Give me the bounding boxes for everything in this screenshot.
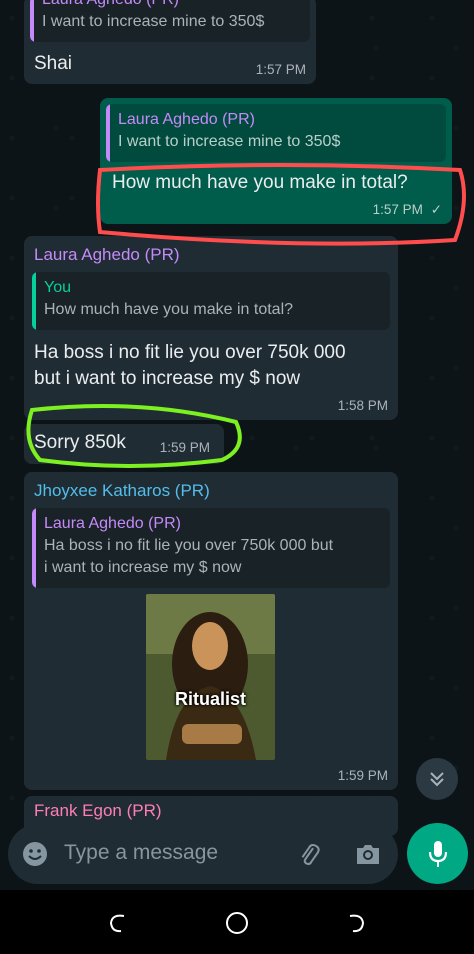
nav-home-icon[interactable] bbox=[225, 911, 249, 935]
voice-record-button[interactable] bbox=[407, 823, 468, 884]
camera-icon[interactable] bbox=[354, 841, 382, 867]
mic-icon bbox=[428, 840, 447, 867]
green-highlight-scribble bbox=[26, 404, 242, 468]
scroll-to-bottom-button[interactable] bbox=[416, 758, 458, 800]
system-navigation-bar bbox=[0, 890, 474, 954]
emoji-icon[interactable] bbox=[22, 841, 48, 867]
nav-recent-icon[interactable] bbox=[108, 912, 130, 934]
chevron-double-down-icon bbox=[430, 772, 444, 787]
annotation-overlay bbox=[26, 163, 466, 468]
nav-back-icon[interactable] bbox=[344, 912, 366, 934]
message-input[interactable]: Type a message bbox=[64, 841, 218, 865]
attach-icon[interactable] bbox=[296, 841, 322, 867]
message-composer[interactable]: Type a message bbox=[8, 824, 398, 884]
red-highlight-scribble bbox=[96, 163, 466, 246]
